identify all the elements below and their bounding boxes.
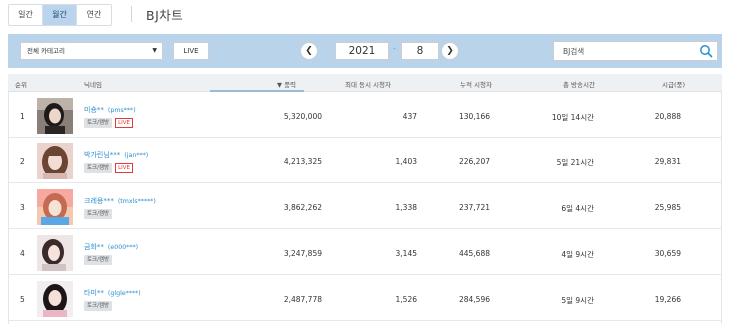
cash-value: 30,659	[654, 249, 681, 258]
bj-nickname: 크레용***	[84, 197, 114, 205]
category-select-value: 전체 카테고리	[27, 47, 65, 55]
bj-name-link[interactable]: 금화** (e000***)	[84, 242, 138, 252]
header-nickname: 닉네임	[84, 81, 102, 89]
bj-nickname: 미숑**	[84, 106, 104, 114]
table-row: 5 타미** (glgle****) 토크/캠방 2,487,778 1,526 …	[8, 276, 722, 321]
total-time-value: 5일 9시간	[561, 296, 594, 305]
acc-viewers-value: 284,596	[458, 295, 490, 304]
next-month-button[interactable]: ❯	[441, 42, 459, 60]
live-badge[interactable]: LIVE	[115, 118, 134, 128]
tag-list: 토크/캠방 LIVE	[84, 118, 134, 128]
tab-yearly[interactable]: 연간	[77, 5, 111, 25]
chevron-right-icon: ❯	[446, 46, 454, 56]
chevron-down-icon: ▼	[152, 47, 157, 54]
table-row: 2 박가린님*** (jan***) 토크/캠방 LIVE 4,213,325 1…	[8, 138, 722, 183]
acc-viewers-value: 445,688	[458, 249, 490, 258]
tag-list: 토크/캠방	[84, 209, 113, 219]
max-viewers-value: 1,403	[395, 157, 417, 166]
header-balloons[interactable]: ▼ 풍력	[277, 79, 296, 89]
header-acc-viewers[interactable]: 누적 시청자	[460, 79, 492, 89]
category-select[interactable]: 전체 카테고리 ▼	[20, 42, 163, 60]
avatar[interactable]	[37, 189, 73, 225]
avatar[interactable]	[37, 98, 73, 134]
max-viewers-value: 1,338	[395, 203, 417, 212]
cash-value: 25,985	[654, 203, 681, 212]
header-total-time[interactable]: 총 방송시간	[563, 79, 595, 89]
bj-id: (e000***)	[107, 244, 139, 251]
balloons-value: 3,247,859	[283, 249, 322, 258]
category-tag: 토크/캠방	[84, 118, 113, 128]
table-header: 순위 닉네임 ▼ 풍력 최대 동시 시청자 누적 시청자 총 방송시간 시급(풍…	[8, 74, 722, 92]
category-tag: 토크/캠방	[84, 255, 113, 265]
total-time-value: 4일 9시간	[561, 250, 594, 259]
acc-viewers-value: 237,721	[458, 203, 490, 212]
bj-id: (tmxls*****)	[117, 198, 156, 205]
tag-list: 토크/캠방 LIVE	[84, 163, 134, 173]
bj-nickname: 타미**	[84, 289, 104, 297]
acc-viewers-value: 130,166	[458, 112, 490, 121]
table-row: 4 금화** (e000***) 토크/캠방 3,247,859 3,145 44…	[8, 230, 722, 275]
balloons-value: 2,487,778	[283, 295, 322, 304]
live-filter-button[interactable]: LIVE	[173, 42, 209, 60]
total-time-value: 10일 14시간	[551, 113, 594, 122]
bj-name-link[interactable]: 크레용*** (tmxls*****)	[84, 196, 156, 206]
bj-id: (glgle****)	[107, 290, 141, 297]
page-title: BJ차트	[146, 8, 184, 23]
cash-value: 29,831	[654, 157, 681, 166]
tag-list: 토크/캠방	[84, 255, 113, 265]
header-cash[interactable]: 시급(풍)	[662, 79, 685, 89]
table-row: 1 미숑** (pms***) 토크/캠방 LIVE 5,320,000 437 …	[8, 93, 722, 138]
search-icon[interactable]	[699, 44, 713, 58]
bj-nickname: 박가린님***	[84, 151, 121, 159]
header-rank: 순위	[15, 81, 27, 89]
bj-name-link[interactable]: 미숑** (pms***)	[84, 105, 136, 115]
search-box	[553, 41, 718, 61]
balloons-value: 3,862,262	[283, 203, 322, 212]
year-display: 2021	[335, 42, 389, 60]
live-badge[interactable]: LIVE	[115, 163, 134, 173]
balloons-value: 5,320,000	[283, 112, 322, 121]
title-divider	[131, 6, 132, 22]
period-tabs: 일간 월간 연간	[8, 4, 112, 26]
bj-name-link[interactable]: 박가린님*** (jan***)	[84, 150, 148, 160]
avatar[interactable]	[37, 235, 73, 271]
max-viewers-value: 1,526	[395, 295, 417, 304]
filter-bar: 전체 카테고리 ▼ LIVE ❮ 2021 - 8 ❯	[8, 34, 722, 68]
tag-list: 토크/캠방	[84, 301, 113, 311]
category-tag: 토크/캠방	[84, 209, 113, 219]
rank-number: 1	[20, 112, 25, 121]
avatar[interactable]	[37, 143, 73, 179]
rank-number: 5	[20, 295, 25, 304]
category-tag: 토크/캠방	[84, 163, 113, 173]
total-time-value: 6일 4시간	[561, 204, 594, 213]
month-display: 8	[401, 42, 439, 60]
header-max-viewers[interactable]: 최대 동시 시청자	[345, 79, 391, 89]
bj-id: (jan***)	[124, 152, 149, 159]
avatar[interactable]	[37, 281, 73, 317]
tab-monthly[interactable]: 월간	[43, 5, 77, 25]
category-tag: 토크/캠방	[84, 301, 113, 311]
prev-month-button[interactable]: ❮	[300, 42, 318, 60]
top-bar: 일간 월간 연간 BJ차트	[0, 0, 730, 30]
max-viewers-value: 3,145	[395, 249, 417, 258]
acc-viewers-value: 226,207	[458, 157, 490, 166]
bj-id: (pms***)	[107, 107, 136, 114]
rank-number: 3	[20, 203, 25, 212]
table-row: 3 크레용*** (tmxls*****) 토크/캠방 3,862,262 1,3…	[8, 184, 722, 229]
chevron-left-icon: ❮	[305, 46, 313, 56]
rank-number: 4	[20, 249, 25, 258]
tab-daily[interactable]: 일간	[9, 5, 43, 25]
cash-value: 20,888	[654, 112, 681, 121]
balloons-value: 4,213,325	[283, 157, 322, 166]
max-viewers-value: 437	[402, 112, 417, 121]
search-input[interactable]	[554, 42, 694, 60]
rank-number: 2	[20, 157, 25, 166]
total-time-value: 5일 21시간	[556, 158, 594, 167]
cash-value: 19,266	[654, 295, 681, 304]
bj-nickname: 금화**	[84, 243, 104, 251]
bj-name-link[interactable]: 타미** (glgle****)	[84, 288, 141, 298]
date-separator: -	[393, 44, 396, 53]
